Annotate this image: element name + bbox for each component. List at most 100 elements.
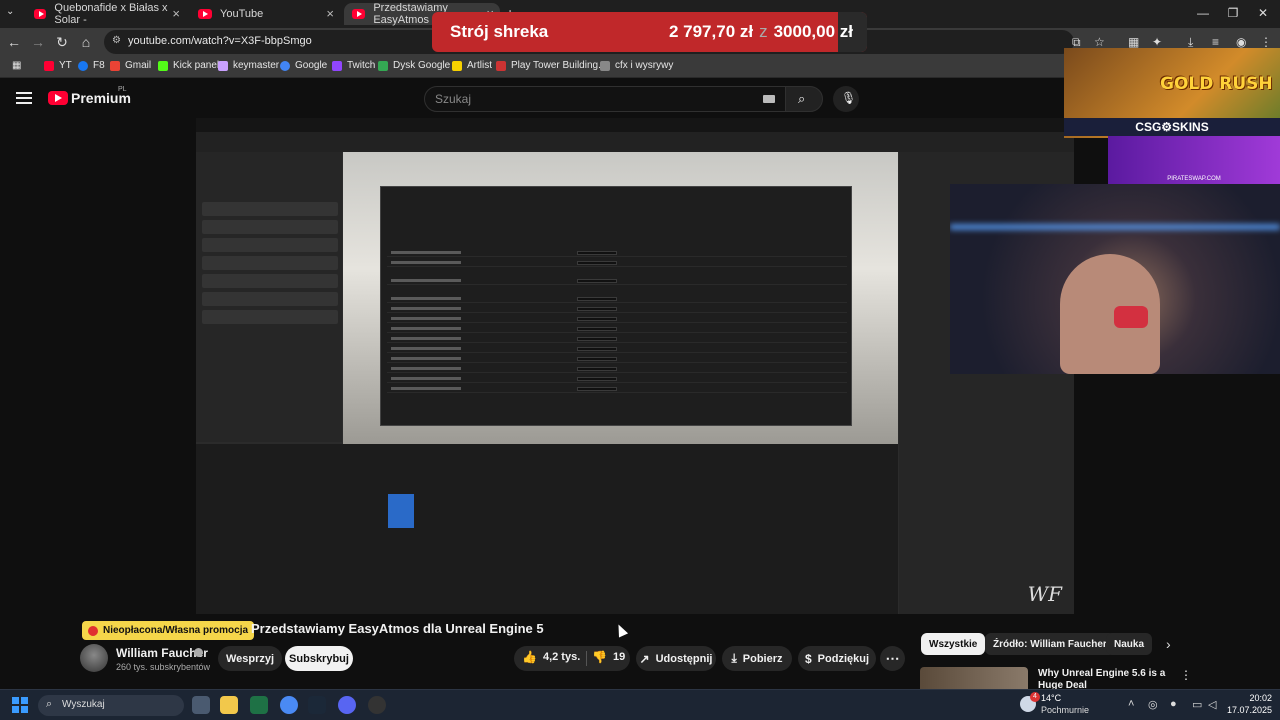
ue-row [387,387,847,393]
subscribe-button[interactable]: Subskrybuj [285,646,353,671]
channel-avatar[interactable] [80,644,108,672]
bookmark-twitch[interactable]: Twitch [332,60,375,71]
clock-time[interactable]: 20:02 [1222,693,1272,703]
chevron-right-icon[interactable]: › [1166,636,1171,652]
bookmark-cfx[interactable]: cfx i wysrywy [600,60,673,71]
close-icon[interactable]: × [172,6,180,21]
bookmark-yt[interactable]: YT [44,60,72,71]
chip-all[interactable]: Wszystkie [921,633,986,655]
back-icon[interactable]: ← [4,34,24,50]
video-player[interactable]: WF [196,118,1074,614]
tray-app-icon[interactable]: ◎ [1148,698,1158,711]
download-button[interactable]: ⤓ Pobierz [722,646,792,671]
volume-icon[interactable]: ◁ [1208,698,1216,711]
bookmark-keymaster[interactable]: keymaster [218,60,279,71]
search-button[interactable]: ⌕ [785,86,823,112]
sponsor-label: CSG⚙SKINS [1135,120,1209,134]
obs-icon[interactable] [368,696,386,714]
discord-icon[interactable] [338,696,356,714]
tab-quebonafide[interactable]: Quebonafide x Białas x Solar - × [26,2,186,26]
bookmark-label: YT [59,60,72,71]
keyboard-icon[interactable] [763,95,775,103]
donation-target: 3000,00 zł [773,22,853,41]
bookmark-label: Kick panel [173,60,220,71]
webcam-overlay [950,184,1280,374]
donation-separator: z [759,22,768,41]
tab-youtube[interactable]: YouTube × [190,3,340,25]
taskbar-search[interactable]: ⌕ Wyszukaj [38,695,184,716]
like-button[interactable]: 👍 4,2 tys. [522,650,580,664]
hamburger-menu-icon[interactable] [16,92,32,104]
bookmark-kick-panel[interactable]: Kick panel [158,60,219,71]
apps-grid-icon[interactable]: ▦ [12,60,21,71]
download-icon: ⤓ [731,651,737,665]
ue-list-item [202,202,338,216]
bookmark-star-icon[interactable]: ☆ [1094,35,1105,49]
tab-search-icon[interactable]: ⌄ [6,6,14,17]
network-icon[interactable]: ▭ [1192,698,1202,711]
bookmark-gmail[interactable]: Gmail [110,60,151,71]
ue-row [387,357,847,363]
windows-start-icon[interactable] [12,697,28,713]
clock-date[interactable]: 17.07.2025 [1222,705,1272,715]
tray-app-icon[interactable]: ● [1170,698,1177,710]
home-icon[interactable]: ⌂ [76,34,96,50]
maximize-icon[interactable]: ❐ [1218,6,1248,20]
extension-icon[interactable]: ▦ [1128,35,1139,49]
dislike-button[interactable]: 👎 19 [592,650,625,664]
paid-promotion-badge[interactable]: Nieopłacona/Własna promocja [82,621,255,640]
ue-row [387,367,847,373]
bookmark-f8[interactable]: F8 [78,60,105,71]
close-icon[interactable]: × [326,6,334,21]
profile-avatar-icon[interactable]: ◉ [1236,35,1246,49]
reload-icon[interactable]: ↻ [52,34,72,51]
more-actions-button[interactable]: ⋯ [880,646,905,671]
chrome-icon[interactable] [280,696,298,714]
bookmark-dysk-google[interactable]: Dysk Google [378,60,450,71]
menu-icon[interactable]: ⋮ [1260,35,1272,49]
ue-content-browser [196,444,898,614]
chip-source[interactable]: Źródło: William Faucher [985,633,1115,655]
recommendation-menu-icon[interactable]: ⋮ [1180,668,1192,682]
ue-list-item [202,238,338,252]
site-info-icon[interactable]: ⚙ [112,35,121,46]
game-banner-title: GOLD RUSH [1160,74,1273,94]
task-view-icon[interactable] [192,696,210,714]
thanks-button[interactable]: $ Podziękuj [798,646,876,671]
close-window-icon[interactable]: ✕ [1248,6,1278,20]
join-button[interactable]: Wesprzyj [218,646,282,671]
minimize-icon[interactable]: — [1188,6,1218,20]
led-strip [950,224,1280,230]
share-button[interactable]: ↗ Udostępnij [636,646,716,671]
extensions-puzzle-icon[interactable]: ✦ [1152,35,1162,49]
bookmark-artlist[interactable]: Artlist [452,60,492,71]
shield-icon [88,625,98,636]
tab-label: Quebonafide x Białas x Solar - [54,2,168,26]
recommendation-thumbnail[interactable] [920,667,1028,689]
ue-list-item [202,256,338,270]
voice-search-button[interactable]: 🎙 [833,86,859,112]
search-box[interactable] [424,86,786,112]
file-explorer-icon[interactable] [220,696,238,714]
excel-icon[interactable] [250,696,268,714]
recommendation-title[interactable]: Why Unreal Engine 5.6 is a Huge Deal [1038,668,1178,690]
youtube-favicon-icon [198,9,212,19]
bookmark-google[interactable]: Google [280,60,327,71]
ue-row [387,279,847,285]
reading-list-icon[interactable]: ≡ [1212,35,1219,49]
download-label: Pobierz [742,652,783,665]
forward-icon[interactable]: → [28,34,48,50]
windows-taskbar: ⌕ Wyszukaj 4 14°C Pochmurnie ˄ ◎ ● ▭ ◁ 2… [0,689,1280,720]
ue-row [387,377,847,383]
chip-science[interactable]: Nauka [1106,633,1153,655]
ue-list-item [202,310,338,324]
ue-row [387,261,847,267]
bookmark-label: Google [295,60,328,71]
mouse-cursor [613,622,629,638]
sponsor-overlay: CSG⚙SKINS [1064,118,1280,136]
search-input[interactable] [435,92,735,106]
bookmark-play-tower[interactable]: Play Tower Building... [496,60,606,71]
tray-chevron-icon[interactable]: ˄ [1128,698,1134,710]
youtube-logo-icon[interactable] [48,91,68,105]
steam-icon[interactable] [308,696,326,714]
